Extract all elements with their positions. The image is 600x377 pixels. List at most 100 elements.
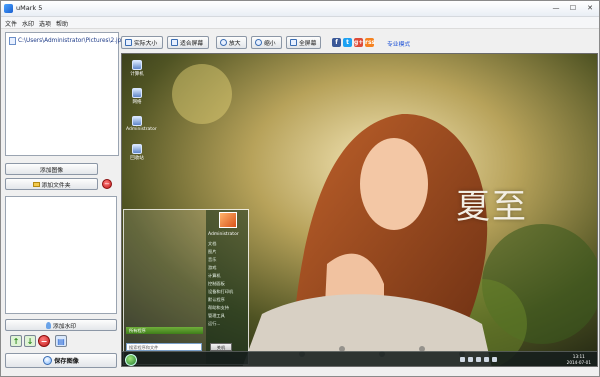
taskbar: 13:11 2014-07-01 xyxy=(122,351,597,366)
facebook-icon[interactable]: f xyxy=(332,38,341,47)
shutdown-button[interactable]: 关机 xyxy=(210,343,232,351)
tray-network-icon xyxy=(468,357,473,362)
menu-watermark[interactable]: 水印 xyxy=(22,19,34,28)
desktop-icon-label: 计算机 xyxy=(130,72,144,77)
start-menu-right: Administrator 文档 图片 音乐 游戏 计算机 控制面板 设备和打印… xyxy=(206,210,248,364)
start-menu-item[interactable]: 设备和打印机 xyxy=(208,289,233,295)
actual-size-button[interactable]: 实际大小 xyxy=(121,36,163,49)
toolbar: 实际大小 适合屏幕 放大 缩小 全屏幕 f t g+ rss 专业模式 xyxy=(121,32,598,52)
all-programs-button[interactable]: 所有程序 xyxy=(126,327,203,334)
google-plus-icon[interactable]: g+ xyxy=(354,38,363,47)
desktop-icon-label: 回收站 xyxy=(130,156,144,161)
zoom-out-label: 缩小 xyxy=(264,41,276,47)
tray-security-icon xyxy=(484,357,489,362)
move-down-button[interactable]: ↓ xyxy=(24,335,36,347)
recycle-bin-icon xyxy=(132,144,142,154)
start-menu-thumbnail: Administrator 文档 图片 音乐 游戏 计算机 控制面板 设备和打印… xyxy=(123,209,249,365)
minus-icon: − xyxy=(40,336,48,346)
start-search-input[interactable]: 搜索程序和文件 xyxy=(126,343,202,351)
arrow-up-icon: ↑ xyxy=(12,336,20,346)
start-menu-item[interactable]: 运行... xyxy=(208,321,220,327)
image-file-list[interactable]: C:\Users\Administrator\Pictures\2.jpg xyxy=(5,32,125,156)
desktop-icon-computer[interactable]: 计算机 xyxy=(126,60,148,77)
delete-watermark-button[interactable]: − xyxy=(38,335,50,347)
app-logo-icon xyxy=(4,4,13,13)
add-folder-label: 添加文件夹 xyxy=(41,182,71,189)
fit-screen-label: 适合屏幕 xyxy=(180,41,204,47)
menu-file[interactable]: 文件 xyxy=(5,19,17,28)
zoom-in-label: 放大 xyxy=(229,41,241,47)
start-menu-item[interactable]: 游戏 xyxy=(208,265,216,271)
full-screen-button[interactable]: 全屏幕 xyxy=(286,36,321,49)
user-folder-icon xyxy=(132,116,142,126)
full-screen-label: 全屏幕 xyxy=(299,41,317,47)
menu-options[interactable]: 选项 xyxy=(39,19,51,28)
move-up-button[interactable]: ↑ xyxy=(10,335,22,347)
image-file-icon xyxy=(9,36,16,45)
pro-mode-link[interactable]: 专业模式 xyxy=(387,39,410,48)
zoom-in-button[interactable]: 放大 xyxy=(216,36,247,49)
start-menu-item[interactable]: 音乐 xyxy=(208,257,216,263)
window-title: uMark 5 xyxy=(16,4,43,12)
computer-icon xyxy=(132,60,142,70)
start-menu-item[interactable]: 帮助和支持 xyxy=(208,305,229,311)
fit-screen-button[interactable]: 适合屏幕 xyxy=(167,36,209,49)
add-image-label: 添加图像 xyxy=(39,167,64,174)
menu-bar: 文件 水印 选项 帮助 xyxy=(1,17,599,29)
start-menu-left xyxy=(124,210,206,364)
save-image-label: 保存图像 xyxy=(54,358,79,365)
start-menu-item[interactable]: 图片 xyxy=(208,249,216,255)
start-menu-item[interactable]: 控制面板 xyxy=(208,281,225,287)
tray-app-icon xyxy=(492,357,497,362)
desktop-icon-network[interactable]: 网络 xyxy=(126,88,148,105)
add-watermark-button[interactable]: 添加水印 xyxy=(5,319,117,331)
zoom-out-button[interactable]: 缩小 xyxy=(251,36,282,49)
remove-image-button[interactable]: − xyxy=(102,179,112,189)
save-image-button[interactable]: 保存图像 xyxy=(5,353,117,368)
calligraphy-watermark: 夏至 xyxy=(456,187,528,227)
app-window: uMark 5 — ☐ ✕ 文件 水印 选项 帮助 C:\Users\Admin… xyxy=(0,0,600,377)
twitter-icon[interactable]: t xyxy=(343,38,352,47)
actual-size-icon xyxy=(125,39,132,46)
image-preview[interactable]: 计算机 网络 Administrator 回收站 夏至 Administrato… xyxy=(121,53,598,367)
add-folder-button[interactable]: 添加文件夹 xyxy=(5,178,98,190)
network-icon xyxy=(132,88,142,98)
title-bar: uMark 5 — ☐ ✕ xyxy=(1,1,599,17)
file-path: C:\Users\Administrator\Pictures\2.jpg xyxy=(18,37,126,44)
minimize-button[interactable]: — xyxy=(549,3,563,14)
save-icon xyxy=(43,356,53,365)
list-item[interactable]: C:\Users\Administrator\Pictures\2.jpg xyxy=(9,36,125,45)
start-menu-item[interactable]: 文档 xyxy=(208,241,216,247)
taskbar-clock: 13:11 2014-07-01 xyxy=(567,354,591,366)
tray-flag-icon xyxy=(460,357,465,362)
start-menu-item[interactable]: 管理工具 xyxy=(208,313,225,319)
folder-icon xyxy=(32,181,40,187)
desktop-icon-user[interactable]: Administrator xyxy=(126,116,157,132)
maximize-button[interactable]: ☐ xyxy=(566,3,580,14)
arrow-down-icon: ↓ xyxy=(26,336,34,346)
rss-icon[interactable]: rss xyxy=(365,38,375,47)
add-watermark-label: 添加水印 xyxy=(52,323,77,330)
watermark-icon xyxy=(45,321,51,329)
avatar xyxy=(219,212,237,228)
add-image-button[interactable]: 添加图像 xyxy=(5,163,98,175)
tray-volume-icon xyxy=(476,357,481,362)
desktop-icon-label: Administrator xyxy=(126,127,157,132)
start-orb-icon[interactable] xyxy=(125,354,137,366)
desktop-icon-recycle-bin[interactable]: 回收站 xyxy=(126,144,148,161)
zoom-in-icon xyxy=(220,39,227,46)
menu-help[interactable]: 帮助 xyxy=(56,19,68,28)
zoom-out-icon xyxy=(255,39,262,46)
start-menu-item[interactable]: 默认程序 xyxy=(208,297,225,303)
clock-date: 2014-07-01 xyxy=(566,360,591,365)
actual-size-label: 实际大小 xyxy=(134,41,158,47)
start-menu-item[interactable]: 计算机 xyxy=(208,273,221,279)
desktop-icon-label: 网络 xyxy=(132,100,142,105)
save-disk-icon: ▤ xyxy=(57,336,65,346)
watermark-list[interactable] xyxy=(5,196,117,314)
close-button[interactable]: ✕ xyxy=(583,3,597,14)
fit-screen-icon xyxy=(171,39,178,46)
edit-watermark-button[interactable]: ▤ xyxy=(55,335,67,347)
full-screen-icon xyxy=(290,39,297,46)
start-user-name: Administrator xyxy=(208,232,239,237)
